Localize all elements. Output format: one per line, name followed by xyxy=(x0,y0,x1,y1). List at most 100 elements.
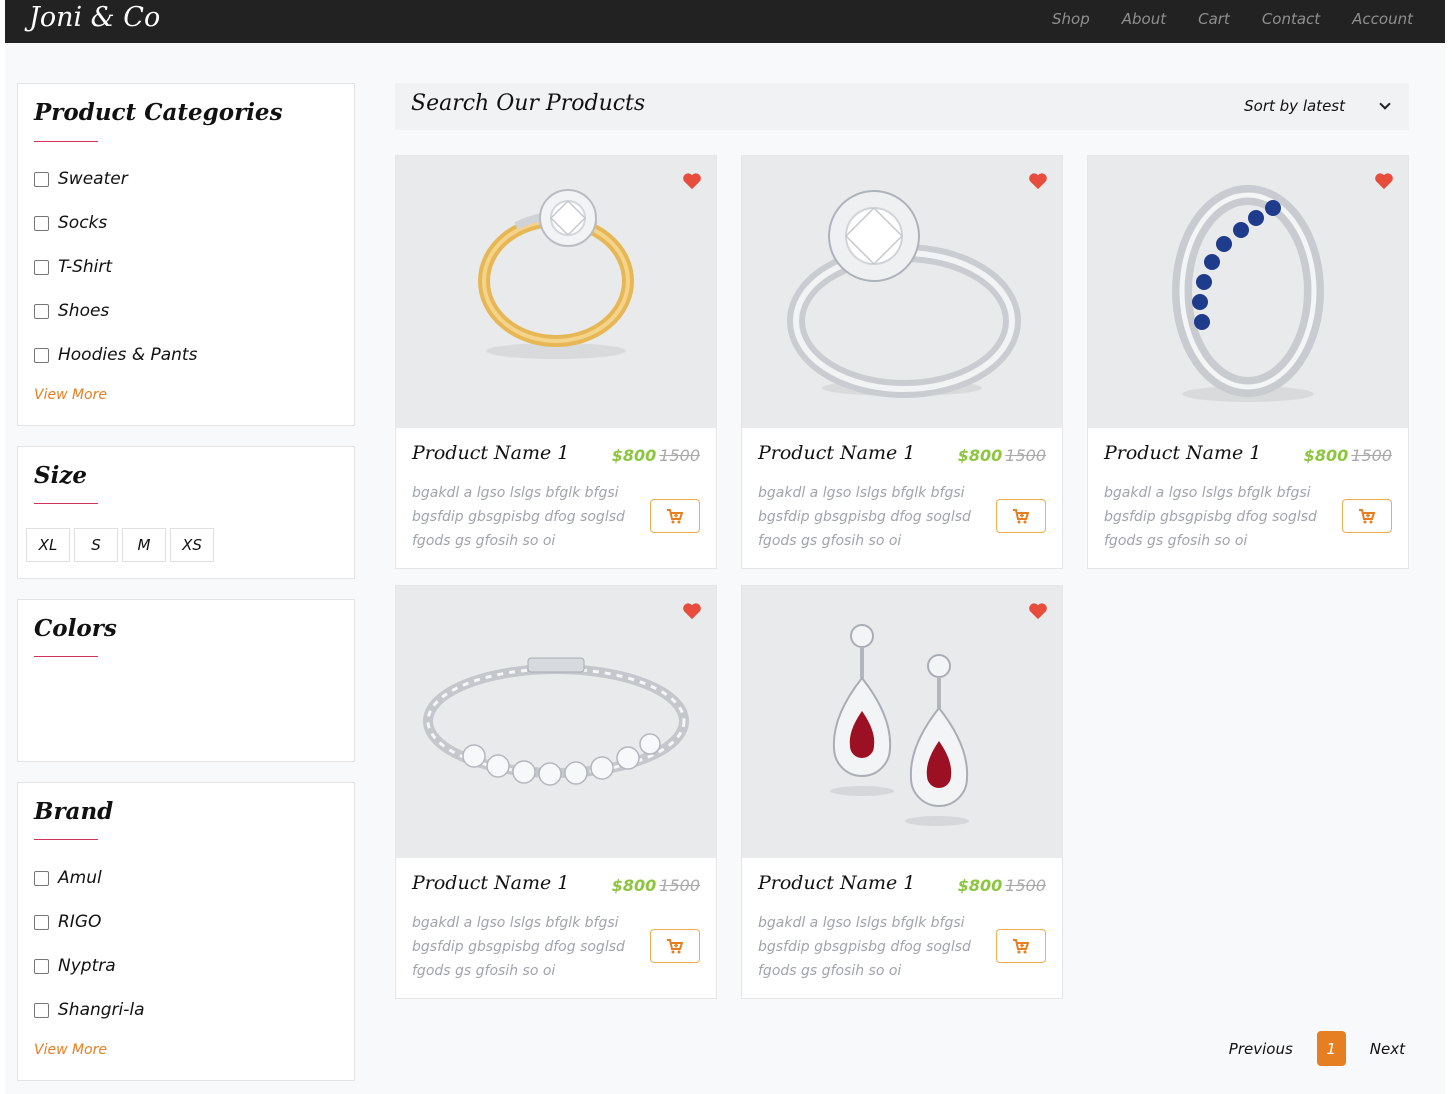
brand-filter-title: Brand xyxy=(34,798,114,825)
cart-icon xyxy=(1013,508,1029,523)
checkbox[interactable] xyxy=(34,914,49,930)
category-option-socks[interactable]: Socks xyxy=(34,213,107,233)
categories-panel: Product Categories Sweater Socks T-Shirt… xyxy=(17,83,355,426)
colors-title: Colors xyxy=(34,615,117,642)
size-option-xs[interactable]: XS xyxy=(170,528,214,562)
product-description: bgakdl a lgso lslgs bfglk bfgsi bgsfdip … xyxy=(412,485,625,549)
heart-icon[interactable] xyxy=(1028,172,1048,190)
checkbox[interactable] xyxy=(34,958,49,974)
price-current: $800 xyxy=(611,876,657,895)
brand-option-amul[interactable]: Amul xyxy=(34,868,102,888)
heart-icon[interactable] xyxy=(1374,172,1394,190)
nav-account[interactable]: Account xyxy=(1352,10,1413,28)
size-options: XL S M XS xyxy=(26,528,214,562)
search-title: Search Our Products xyxy=(411,91,646,116)
brand-label: Shangri-la xyxy=(58,1000,145,1020)
price-original: 1500 xyxy=(1005,446,1046,465)
brand-label: Amul xyxy=(58,868,102,888)
brand-panel: Brand Amul RIGO Nyptra Shangri-la View M… xyxy=(17,782,355,1081)
sort-dropdown[interactable]: Sort by latest xyxy=(1244,97,1391,115)
brand-option-nyptra[interactable]: Nyptra xyxy=(34,956,116,976)
product-card[interactable]: Product Name 1 $800 1500 bgakdl a lgso ls… xyxy=(395,155,717,569)
category-label: Socks xyxy=(58,213,108,233)
product-image-sapphire-ring[interactable] xyxy=(1088,156,1408,428)
product-card[interactable]: Product Name 1 $800 1500 bgakdl a lgso ls… xyxy=(1087,155,1409,569)
product-name[interactable]: Product Name 1 xyxy=(1104,442,1261,464)
product-name[interactable]: Product Name 1 xyxy=(758,442,915,464)
title-underline xyxy=(34,839,98,840)
heart-icon[interactable] xyxy=(682,602,702,620)
product-price: $800 1500 xyxy=(958,876,1046,895)
pagination: Previous 1 Next xyxy=(1229,1031,1405,1066)
product-description: bgakdl a lgso lslgs bfglk bfgsi bgsfdip … xyxy=(1104,485,1317,549)
nav-cart[interactable]: Cart xyxy=(1198,10,1230,28)
checkbox[interactable] xyxy=(34,347,49,363)
product-name[interactable]: Product Name 1 xyxy=(412,872,569,894)
product-image-earrings[interactable] xyxy=(742,586,1062,858)
category-option-sweater[interactable]: Sweater xyxy=(34,169,128,189)
brand-view-more-link[interactable]: View More xyxy=(34,1042,107,1058)
size-title: Size xyxy=(34,462,88,489)
brand-option-shangri-la[interactable]: Shangri-la xyxy=(34,1000,145,1020)
cart-icon xyxy=(1359,508,1375,523)
brand-label: Nyptra xyxy=(58,956,116,976)
product-price: $800 1500 xyxy=(958,446,1046,465)
checkbox[interactable] xyxy=(34,303,49,319)
category-option-tshirt[interactable]: T-Shirt xyxy=(34,257,112,277)
product-image-silver-ring[interactable] xyxy=(742,156,1062,428)
nav-contact[interactable]: Contact xyxy=(1262,10,1320,28)
pagination-previous[interactable]: Previous xyxy=(1229,1040,1293,1058)
product-price: $800 1500 xyxy=(1304,446,1392,465)
heart-icon[interactable] xyxy=(682,172,702,190)
product-name[interactable]: Product Name 1 xyxy=(412,442,569,464)
product-card[interactable]: Product Name 1 $800 1500 bgakdl a lgso ls… xyxy=(741,585,1063,999)
brand-option-rigo[interactable]: RIGO xyxy=(34,912,101,932)
category-label: Hoodies & Pants xyxy=(58,345,198,365)
categories-title: Product Categories xyxy=(34,99,283,126)
price-current: $800 xyxy=(611,446,657,465)
category-label: Shoes xyxy=(58,301,110,321)
price-current: $800 xyxy=(1303,446,1349,465)
add-to-cart-button[interactable] xyxy=(996,499,1046,533)
product-description: bgakdl a lgso lslgs bfglk bfgsi bgsfdip … xyxy=(758,485,971,549)
price-original: 1500 xyxy=(659,876,700,895)
colors-panel: Colors xyxy=(17,599,355,762)
product-name[interactable]: Product Name 1 xyxy=(758,872,915,894)
title-underline xyxy=(34,141,98,142)
add-to-cart-button[interactable] xyxy=(1342,499,1392,533)
category-option-hoodies[interactable]: Hoodies & Pants xyxy=(34,345,197,365)
checkbox[interactable] xyxy=(34,259,49,275)
checkbox[interactable] xyxy=(34,171,49,187)
nav-about[interactable]: About xyxy=(1122,10,1166,28)
product-description: bgakdl a lgso lslgs bfglk bfgsi bgsfdip … xyxy=(758,915,971,979)
pagination-page-current[interactable]: 1 xyxy=(1316,1031,1346,1066)
heart-icon[interactable] xyxy=(1028,602,1048,620)
product-description: bgakdl a lgso lslgs bfglk bfgsi bgsfdip … xyxy=(412,915,625,979)
add-to-cart-button[interactable] xyxy=(650,499,700,533)
cart-icon xyxy=(667,508,683,523)
add-to-cart-button[interactable] xyxy=(650,929,700,963)
cart-icon xyxy=(667,938,683,953)
product-card[interactable]: Product Name 1 $800 1500 bgakdl a lgso ls… xyxy=(741,155,1063,569)
price-original: 1500 xyxy=(659,446,700,465)
checkbox[interactable] xyxy=(34,1002,49,1018)
size-option-s[interactable]: S xyxy=(74,528,118,562)
search-header: Search Our Products Sort by latest xyxy=(395,83,1409,130)
brand-logo[interactable]: Joni & Co xyxy=(29,2,160,33)
nav-shop[interactable]: Shop xyxy=(1052,10,1090,28)
product-card[interactable]: Product Name 1 $800 1500 bgakdl a lgso ls… xyxy=(395,585,717,999)
category-label: T-Shirt xyxy=(58,257,113,277)
checkbox[interactable] xyxy=(34,215,49,231)
pagination-next[interactable]: Next xyxy=(1370,1040,1405,1058)
size-option-xl[interactable]: XL xyxy=(26,528,70,562)
nav-links: Shop About Cart Contact Account xyxy=(1052,10,1413,28)
add-to-cart-button[interactable] xyxy=(996,929,1046,963)
price-original: 1500 xyxy=(1351,446,1392,465)
size-option-m[interactable]: M xyxy=(122,528,166,562)
product-image-gold-ring[interactable] xyxy=(396,156,716,428)
title-underline xyxy=(34,503,98,504)
category-option-shoes[interactable]: Shoes xyxy=(34,301,109,321)
checkbox[interactable] xyxy=(34,870,49,886)
product-image-bracelet[interactable] xyxy=(396,586,716,858)
categories-view-more-link[interactable]: View More xyxy=(34,387,107,403)
